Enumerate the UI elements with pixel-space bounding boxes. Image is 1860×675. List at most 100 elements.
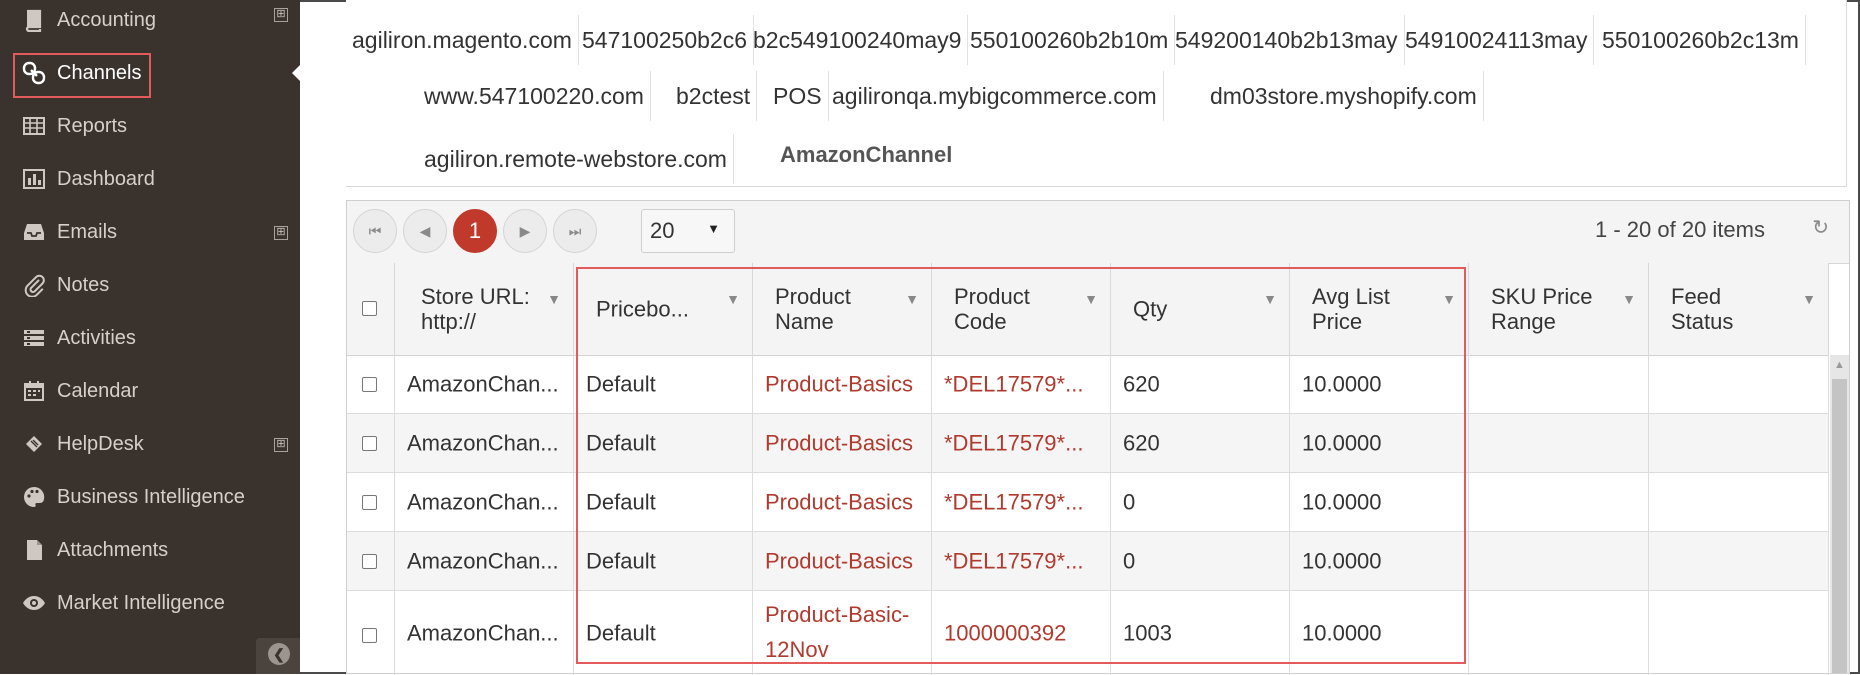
sidebar-item-activities[interactable]: Activities [0,312,300,364]
pager-toolbar: ⏮ ◀ 1 ▶ ⏭ 20 ▼ 1 - 20 of 20 items ↻ [347,201,1849,264]
current-page-button[interactable]: 1 [453,209,497,253]
cell-store: AmazonChan... [395,473,574,531]
last-page-icon[interactable]: ⏭ [553,209,597,253]
sidebar-item-calendar[interactable]: Calendar [0,365,300,417]
tab-channel[interactable]: 550100260b2c13m [1596,15,1806,65]
sidebar-item-dashboard[interactable]: Dashboard [0,153,300,205]
cell-product-code[interactable]: *DEL17579*... [932,414,1111,472]
sidebar-item-market-intelligence[interactable]: Market Intelligence [0,577,300,629]
cell-feed-status [1649,355,1829,413]
sidebar-item-accounting[interactable]: Accounting ⊞ [0,0,300,46]
cell-product-name[interactable]: Product-Basics [753,355,932,413]
row-checkbox[interactable] [362,495,377,510]
cell-product-name[interactable]: Product-Basic- 12Nov [753,591,932,675]
sidebar-item-label: Calendar [57,379,139,402]
table-row[interactable]: AmazonChan... Default Product-Basic- 12N… [347,591,1829,675]
table-row[interactable]: AmazonChan... Default Product-Basics *DE… [347,414,1829,473]
scroll-up-icon[interactable]: ▲ [1834,359,1845,371]
cell-pricebook: Default [574,355,753,413]
expand-icon[interactable]: ⊞ [274,8,288,22]
cell-pricebook: Default [574,414,753,472]
tab-channel[interactable]: POS [767,71,829,121]
page-size-select[interactable]: 20 ▼ [641,209,735,253]
column-header-product-name[interactable]: Product Name ▼ [753,263,932,355]
tab-channel[interactable]: 54910024113may [1399,15,1595,65]
cell-product-name[interactable]: Product-Basics [753,414,932,472]
row-checkbox[interactable] [362,436,377,451]
cell-avg-list-price: 10.0000 [1290,473,1469,531]
chevron-down-icon[interactable]: ▼ [1263,291,1277,307]
tab-channel[interactable]: dm03store.myshopify.com [1204,71,1484,121]
prev-page-icon[interactable]: ◀ [403,209,447,253]
tab-channel[interactable]: 549200140b2b13may [1169,15,1405,65]
chevron-down-icon[interactable]: ▼ [1802,291,1816,307]
chevron-down-icon[interactable]: ▼ [547,291,561,307]
sidebar-item-label: Activities [57,326,136,349]
sidebar-item-business-intelligence[interactable]: Business Intelligence [0,471,300,523]
scrollbar-thumb[interactable] [1832,379,1847,673]
cell-product-name[interactable]: Product-Basics [753,473,932,531]
cell-sku-price-range [1469,414,1649,472]
row-checkbox[interactable] [362,377,377,392]
refresh-icon[interactable]: ↻ [1812,215,1829,240]
column-header-avg-list-price[interactable]: Avg List Price ▼ [1290,263,1469,355]
sidebar: Accounting ⊞ Channels Reports Dashboard … [0,0,300,674]
next-page-icon[interactable]: ▶ [503,209,547,253]
select-all-checkbox[interactable] [362,301,377,316]
sidebar-item-notes[interactable]: Notes [0,259,300,311]
row-checkbox[interactable] [362,628,377,643]
column-header-qty[interactable]: Qty ▼ [1111,263,1290,355]
tab-channel[interactable]: 550100260b2b10m [964,15,1176,65]
first-page-icon[interactable]: ⏮ [353,209,397,253]
tab-channel[interactable]: b2ctest [670,71,758,121]
sidebar-item-helpdesk[interactable]: HelpDesk ⊞ [0,418,300,470]
sidebar-item-attachments[interactable]: Attachments [0,524,300,576]
tab-channel[interactable]: www.547100220.com [418,71,651,121]
cell-avg-list-price: 10.0000 [1290,591,1469,675]
calendar-icon [22,379,46,403]
chevron-down-icon[interactable]: ▼ [1084,291,1098,307]
column-header-store-url[interactable]: Store URL: http:// ▼ [395,263,574,355]
column-header-sku-price-range[interactable]: SKU Price Range ▼ [1469,263,1649,355]
table-header: Store URL: http:// ▼ Pricebo... ▼ Produc… [347,263,1829,356]
tab-channel[interactable]: agilironqa.mybigcommerce.com [826,71,1164,121]
ticket-icon [22,432,46,456]
tab-channel[interactable]: agiliron.remote-webstore.com [418,134,734,184]
column-header-pricebook[interactable]: Pricebo... ▼ [574,263,753,355]
bar-chart-icon [22,167,46,191]
tab-amazonchannel-active[interactable]: AmazonChannel [774,130,958,180]
expand-icon[interactable]: ⊞ [274,438,288,452]
cell-product-code[interactable]: *DEL17579*... [932,532,1111,590]
tab-channel[interactable]: 547100250b2c6 [576,15,754,65]
table-row[interactable]: AmazonChan... Default Product-Basics *DE… [347,355,1829,414]
vertical-scrollbar[interactable]: ▲ [1830,355,1849,673]
column-header-product-code[interactable]: Product Code ▼ [932,263,1111,355]
cell-product-code[interactable]: 1000000392 [932,591,1111,675]
column-header-feed-status[interactable]: Feed Status ▼ [1649,263,1829,355]
chevron-down-icon[interactable]: ▼ [1622,291,1636,307]
row-checkbox[interactable] [362,554,377,569]
chevron-down-icon[interactable]: ▼ [905,291,919,307]
table-row[interactable]: AmazonChan... Default Product-Basics *DE… [347,473,1829,532]
chevron-down-icon[interactable]: ▼ [1442,291,1456,307]
table-row[interactable]: AmazonChan... Default Product-Basics *DE… [347,532,1829,591]
list-icon [22,326,46,350]
tab-channel[interactable]: b2c549100240may9 [747,15,969,65]
cell-product-code[interactable]: *DEL17579*... [932,355,1111,413]
expand-icon[interactable]: ⊞ [274,226,288,240]
cell-product-name[interactable]: Product-Basics [753,532,932,590]
tab-channel[interactable]: agiliron.magento.com [346,15,579,65]
cell-product-code[interactable]: *DEL17579*... [932,473,1111,531]
sidebar-item-label: Accounting [57,8,156,31]
paperclip-icon [22,273,46,297]
chevron-down-icon[interactable]: ▼ [726,291,740,307]
inbox-icon [22,220,46,244]
cell-avg-list-price: 10.0000 [1290,532,1469,590]
cell-store: AmazonChan... [395,355,574,413]
sidebar-item-reports[interactable]: Reports [0,100,300,152]
page-info: 1 - 20 of 20 items [1595,217,1765,242]
sidebar-item-label: Emails [57,220,118,243]
cell-feed-status [1649,414,1829,472]
collapse-sidebar-icon[interactable]: ❮ [268,643,290,665]
sidebar-item-emails[interactable]: Emails ⊞ [0,206,300,258]
